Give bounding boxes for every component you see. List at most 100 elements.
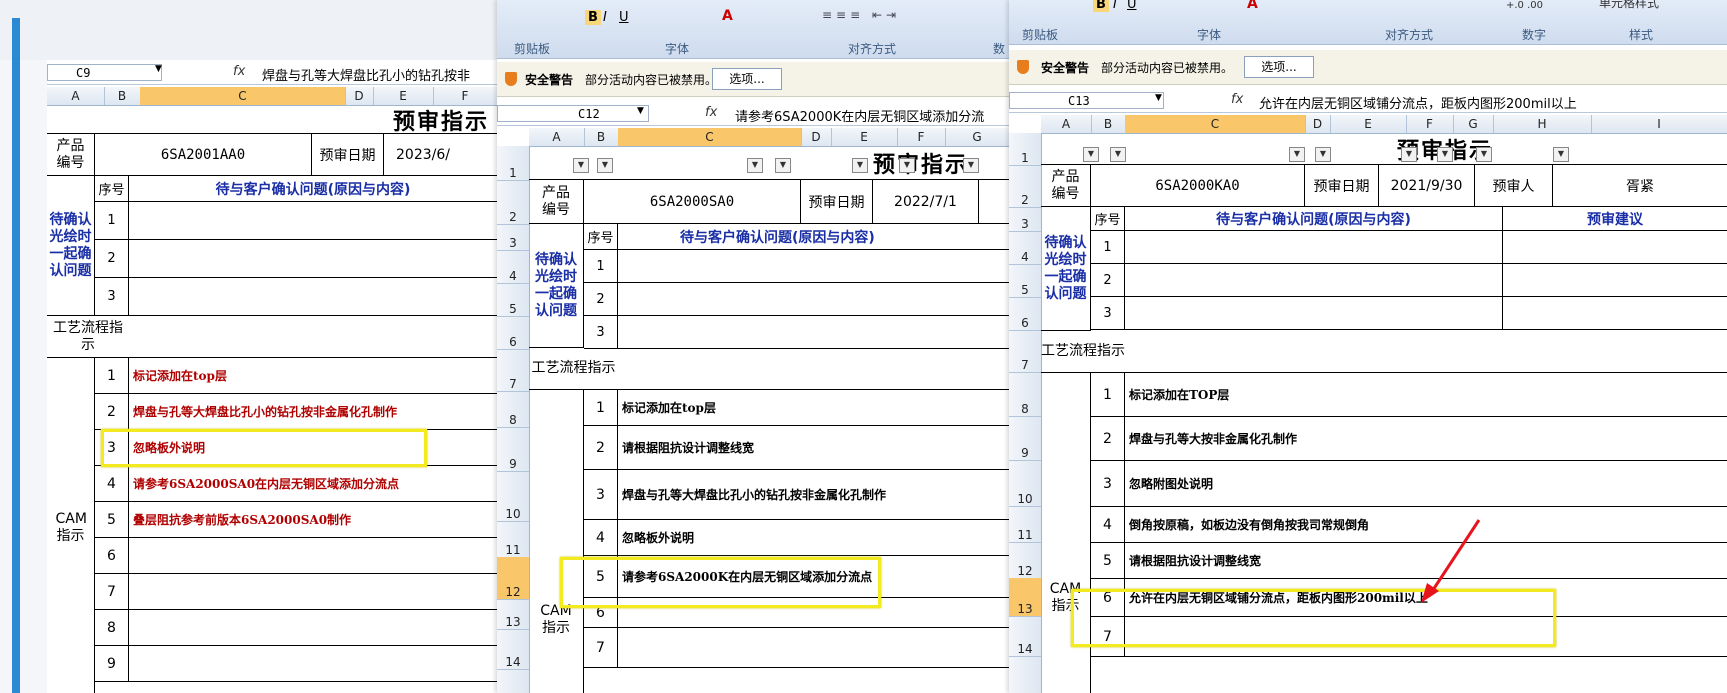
seq-label[interactable]: 序号 [95,176,129,202]
cam-label[interactable]: CAM指示 [47,358,95,693]
name-box[interactable]: C9 [47,64,162,81]
col-b[interactable]: B [584,128,619,146]
col-e[interactable]: E [373,87,434,105]
row-number[interactable]: 14 [497,629,529,670]
cam-row-content[interactable]: 请参考6SA2000SA0在内层无铜区域添加分流点 [129,466,497,502]
cam-row-number[interactable]: 3 [584,470,618,520]
italic-icon[interactable]: I [1113,0,1117,12]
cam-row-content[interactable] [129,538,497,574]
date-label[interactable]: 预审日期 [312,134,384,176]
row-number[interactable]: 6 [497,316,529,350]
col-g[interactable]: G [1453,115,1494,133]
filter-dropdown[interactable]: ▼ [573,158,589,173]
group-font[interactable]: 字体 [637,40,717,57]
row-number[interactable]: 8 [1009,372,1041,417]
col-c[interactable]: C [618,128,802,146]
confirm-label[interactable]: 待确认光绘时一起确认问题 [47,176,95,316]
reviewer-label[interactable]: 预审人 [1475,165,1553,207]
question-row-content[interactable] [618,250,1009,283]
cam-row-number[interactable]: 4 [95,466,129,502]
question-header[interactable]: 待与客户确认问题(原因与内容) [129,176,497,202]
col-a[interactable]: A [529,128,585,146]
cam-row-content[interactable]: 标记添加在TOP层 [1125,373,1727,417]
row-number[interactable]: 2 [497,180,529,225]
filter-dropdown[interactable]: ▼ [1437,147,1453,162]
question-row-content[interactable] [1125,231,1503,264]
row-number[interactable]: 3 [1009,207,1041,232]
row-number[interactable]: 13 [1009,578,1041,617]
title-cell[interactable]: 预审指示 [1041,133,1727,165]
cam-row-content[interactable]: 焊盘与孔等大按非金属化孔制作 [1125,417,1727,461]
filter-dropdown[interactable]: ▼ [963,158,979,173]
product-code[interactable]: 6SA2000SA0 [584,180,801,224]
name-box[interactable]: C13 [1009,92,1164,109]
underline-icon[interactable]: U [1127,0,1137,12]
filter-dropdown[interactable]: ▼ [1401,147,1417,162]
filter-dropdown[interactable]: ▼ [852,158,868,173]
row-number[interactable]: 8 [497,391,529,428]
options-button[interactable]: 选项... [712,68,782,90]
row-number[interactable]: 9 [1009,416,1041,461]
col-d[interactable]: D [345,87,374,105]
underline-icon[interactable]: U [619,10,629,25]
row-number[interactable]: 10 [1009,460,1041,507]
row-number[interactable]: 7 [497,349,529,392]
filter-dropdown[interactable]: ▼ [1476,147,1492,162]
group-styles[interactable]: 样式 [1621,26,1661,43]
row-number[interactable]: 12 [1009,542,1041,579]
col-f[interactable]: F [433,87,497,105]
group-align[interactable]: 对齐方式 [827,40,917,57]
suggestion-row-content[interactable] [1503,297,1727,330]
cam-row-number[interactable]: 1 [584,390,618,426]
filter-dropdown[interactable]: ▼ [1289,147,1305,162]
col-i[interactable]: I [1591,115,1727,133]
font-color-icon[interactable]: A [722,8,733,24]
chevron-down-icon[interactable]: ▼ [155,64,162,74]
question-row-number[interactable]: 2 [1091,264,1125,297]
filter-dropdown[interactable]: ▼ [1110,147,1126,162]
row-number[interactable]: 10 [497,471,529,522]
cam-row-number[interactable]: 9 [95,646,129,682]
row-number[interactable]: 11 [497,521,529,558]
question-header[interactable]: 待与客户确认问题(原因与内容) [618,224,1009,250]
process-label[interactable]: 工艺流程指示 [1041,331,1727,373]
col-c[interactable]: C [1125,115,1306,133]
options-button[interactable]: 选项... [1244,56,1314,78]
question-row-content[interactable] [129,278,497,316]
cam-row-number[interactable]: 7 [95,574,129,610]
decimal-icon[interactable]: +.0 .00 [1506,0,1543,11]
bold-icon[interactable]: B [585,10,601,25]
question-row-number[interactable]: 3 [1091,297,1125,330]
filter-dropdown[interactable]: ▼ [747,158,763,173]
question-row-content[interactable] [1125,264,1503,297]
cam-row-content[interactable]: 叠层阻抗参考前版本6SA2000SA0制作 [129,502,497,538]
col-c[interactable]: C [140,87,346,105]
formula-input[interactable]: 允许在内层无铜区域铺分流点，距板内图形200mil以上 [1259,93,1577,112]
cam-row-number[interactable]: 2 [1091,417,1125,461]
chevron-down-icon[interactable]: ▼ [637,106,644,116]
cell-style-button[interactable]: 单元格样式 [1599,0,1659,11]
product-label[interactable]: 产品编号 [47,134,95,176]
reviewer-value[interactable]: 胥紧 [1553,165,1727,207]
italic-icon[interactable]: I [603,10,607,25]
cam-row-content[interactable]: 忽略附图处说明 [1125,461,1727,507]
question-row-number[interactable]: 1 [584,250,618,283]
product-code[interactable]: 6SA2001AA0 [95,134,312,176]
cam-row-number[interactable]: 2 [584,426,618,470]
col-d[interactable]: D [801,128,832,146]
col-h[interactable]: H [1493,115,1592,133]
filter-dropdown[interactable]: ▼ [775,158,791,173]
product-code[interactable]: 6SA2000KA0 [1091,165,1305,207]
question-row-number[interactable]: 1 [1091,231,1125,264]
row-number[interactable]: 1 [1009,133,1041,166]
date-value[interactable]: 2023/6/ [384,134,497,176]
col-b[interactable]: B [104,87,141,105]
group-number[interactable]: 数 [989,40,1009,57]
question-row-number[interactable]: 2 [95,240,129,278]
formula-input[interactable]: 请参考6SA2000K在内层无铜区域添加分流 [735,106,984,125]
row-number[interactable]: 5 [497,283,529,317]
cam-row-content[interactable]: 标记添加在top层 [129,358,497,394]
cam-row-content[interactable] [129,574,497,610]
cam-row-number[interactable]: 5 [1091,543,1125,579]
row-number[interactable]: 1 [497,146,529,181]
